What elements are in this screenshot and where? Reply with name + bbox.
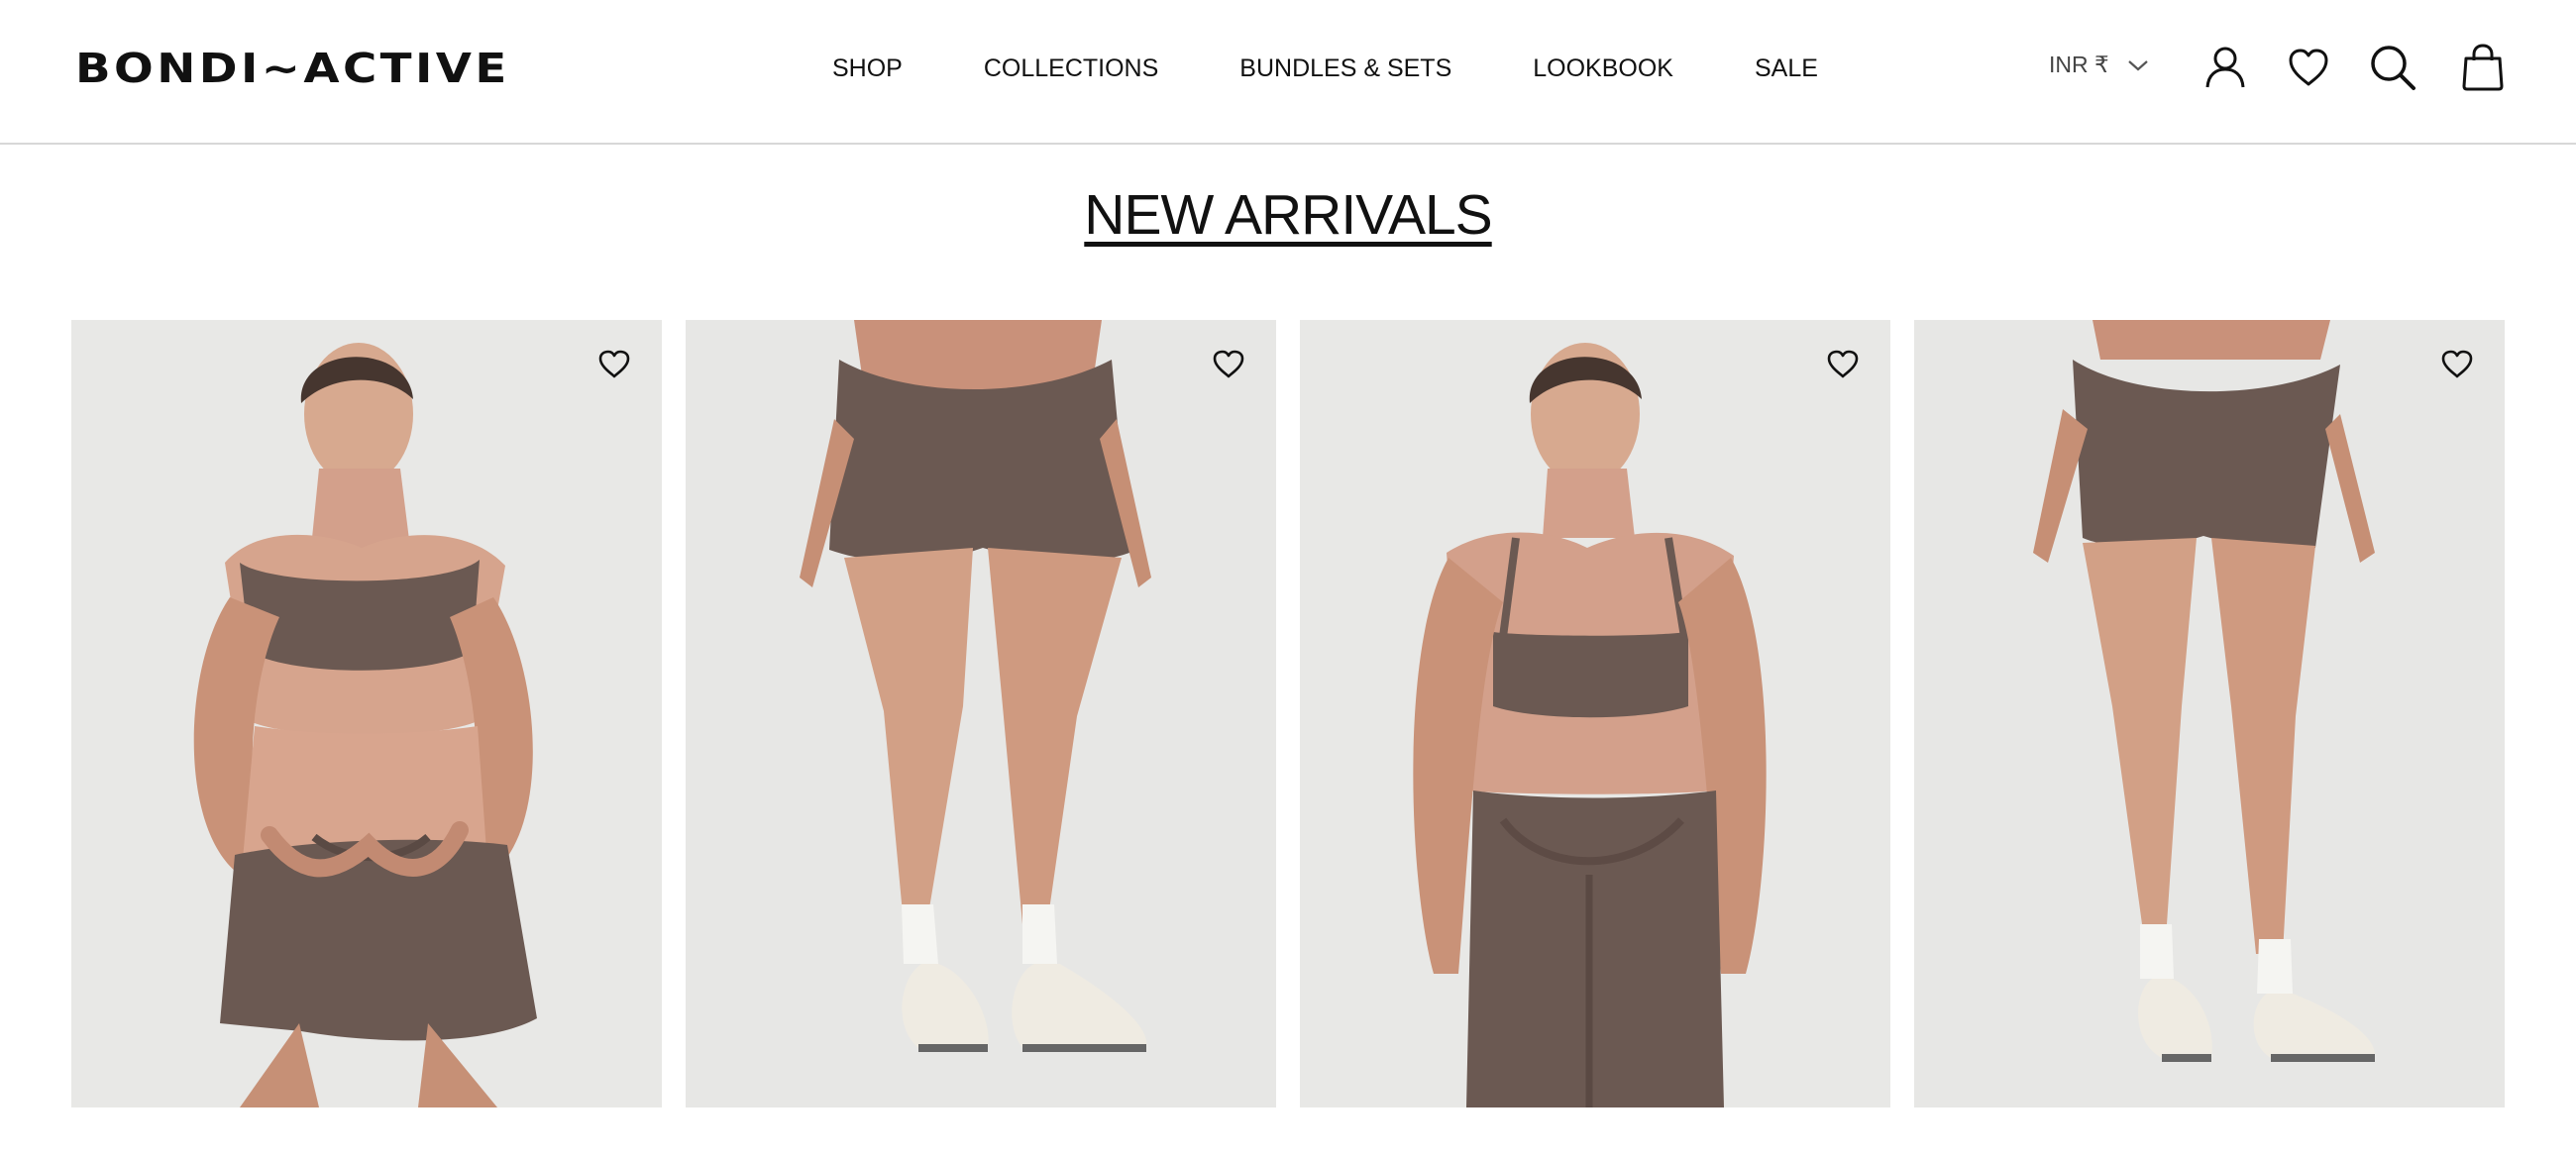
currency-label: INR ₹ xyxy=(2049,52,2109,77)
heart-icon xyxy=(1827,350,1859,377)
nav-sale[interactable]: SALE xyxy=(1755,50,1818,87)
account-icon xyxy=(2205,47,2245,88)
brand-logo[interactable]: BONDI~ACTIVE xyxy=(75,46,510,91)
main-navigation: SHOP COLLECTIONS BUNDLES & SETS LOOKBOOK… xyxy=(832,50,1818,87)
heart-icon xyxy=(2289,49,2328,86)
product-image xyxy=(1300,320,1890,1107)
search-icon xyxy=(2371,46,2415,90)
product-grid xyxy=(71,320,2507,1107)
wishlist-button[interactable] xyxy=(2285,40,2332,95)
heart-icon xyxy=(1213,350,1244,377)
wishlist-toggle[interactable] xyxy=(594,344,634,383)
section-heading: NEW ARRIVALS xyxy=(0,182,2576,248)
currency-selector[interactable]: INR ₹ xyxy=(2049,52,2149,78)
product-card[interactable] xyxy=(1914,320,2505,1107)
product-card[interactable] xyxy=(686,320,1276,1107)
chevron-down-icon xyxy=(2127,59,2148,70)
product-image xyxy=(1914,320,2505,1107)
product-image xyxy=(71,320,662,1107)
heart-icon xyxy=(598,350,630,377)
nav-collections[interactable]: COLLECTIONS xyxy=(984,50,1158,87)
nav-bundles-sets[interactable]: BUNDLES & SETS xyxy=(1239,50,1451,87)
cart-icon xyxy=(2462,44,2504,91)
product-image xyxy=(686,320,1276,1107)
search-button[interactable] xyxy=(2369,40,2416,95)
new-arrivals-title[interactable]: NEW ARRIVALS xyxy=(1084,182,1492,248)
nav-shop[interactable]: SHOP xyxy=(832,50,903,87)
heart-icon xyxy=(2441,350,2473,377)
nav-lookbook[interactable]: LOOKBOOK xyxy=(1533,50,1673,87)
site-header: BONDI~ACTIVE SHOP COLLECTIONS BUNDLES & … xyxy=(0,0,2576,145)
product-card[interactable] xyxy=(71,320,662,1107)
wishlist-toggle[interactable] xyxy=(1823,344,1863,383)
wishlist-toggle[interactable] xyxy=(1209,344,1248,383)
product-card[interactable] xyxy=(1300,320,1890,1107)
account-button[interactable] xyxy=(2201,40,2249,95)
wishlist-toggle[interactable] xyxy=(2437,344,2477,383)
cart-button[interactable] xyxy=(2459,40,2507,95)
